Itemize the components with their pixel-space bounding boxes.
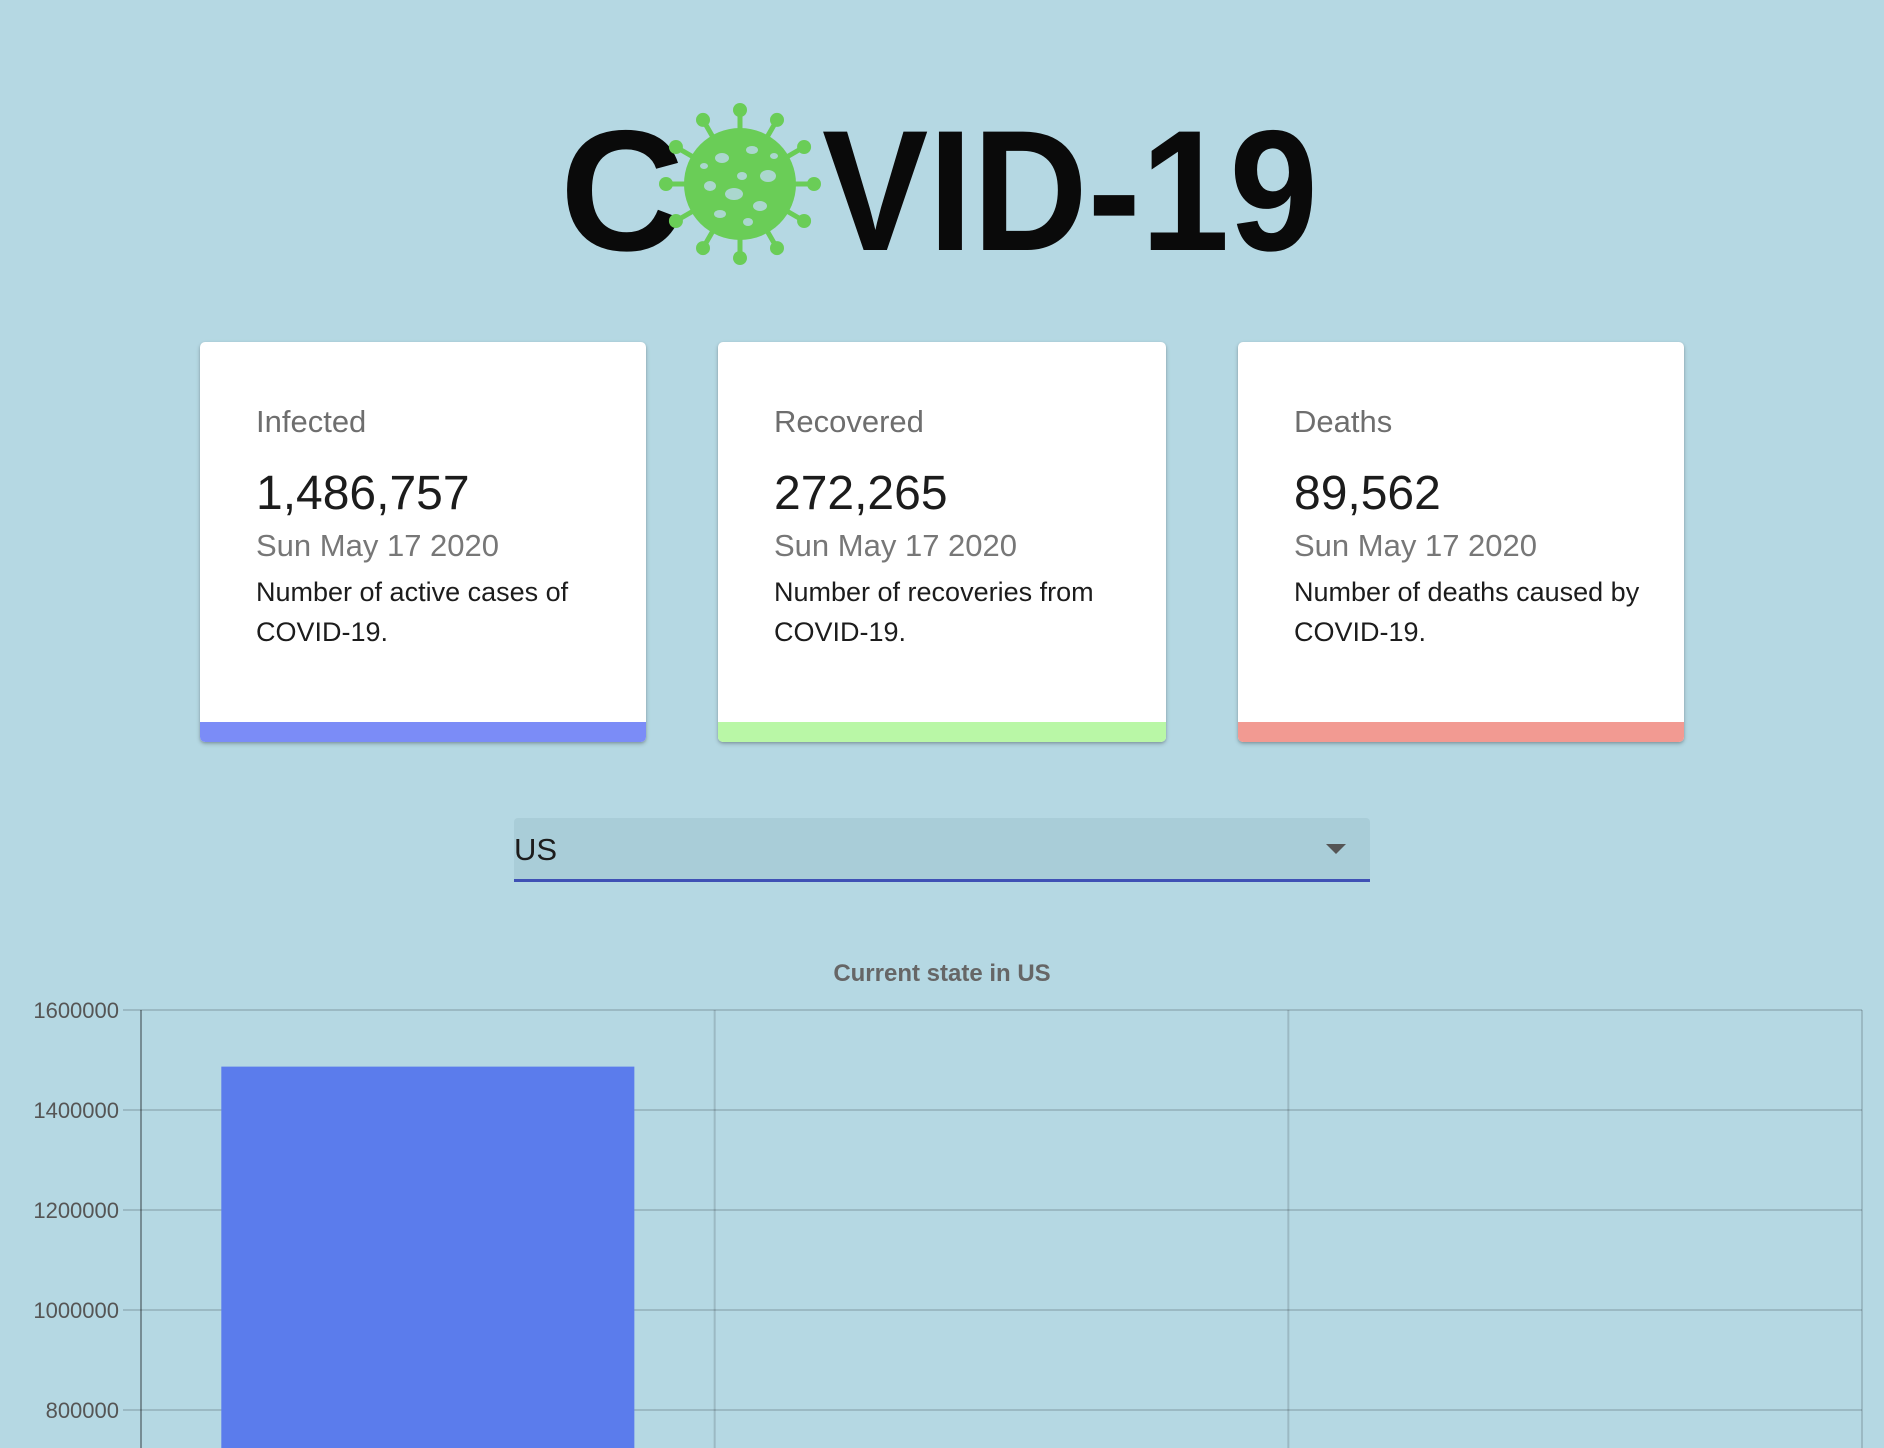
recovered-card: Recovered 272,265 Sun May 17 2020 Number… — [718, 342, 1166, 742]
bar-chart: 1600000 1400000 1200000 1000000 800000 — [0, 1000, 1884, 1448]
chart-title: Current state in US — [833, 960, 1051, 987]
card-value: 272,265 — [774, 467, 948, 520]
y-tick-label: 1400000 — [33, 1098, 119, 1123]
infected-card: Infected 1,486,757 Sun May 17 2020 Numbe… — [200, 342, 646, 742]
covid-19-logo: C VID-19 — [560, 98, 1320, 272]
card-accent-bar — [1238, 722, 1684, 742]
card-label: Recovered — [774, 404, 924, 439]
card-accent-bar — [718, 722, 1166, 742]
y-tick-label: 1600000 — [33, 1000, 119, 1023]
card-date: Sun May 17 2020 — [256, 528, 500, 563]
card-description: Number of active cases of COVID-19. — [256, 577, 569, 647]
card-accent-bar — [200, 722, 646, 742]
logo-graphic: C VID-19 — [560, 98, 1318, 272]
logo-text-right: VID-19 — [822, 98, 1318, 272]
card-date: Sun May 17 2020 — [1294, 528, 1538, 563]
y-tick-label: 1000000 — [33, 1298, 119, 1323]
deaths-card: Deaths 89,562 Sun May 17 2020 Number of … — [1238, 342, 1684, 742]
card-description: Number of deaths caused by COVID-19. — [1294, 577, 1640, 647]
card-value: 89,562 — [1294, 467, 1441, 520]
country-select[interactable]: US — [514, 818, 1370, 882]
y-tick-label: 800000 — [46, 1398, 119, 1423]
chevron-down-icon[interactable] — [1326, 844, 1346, 854]
y-tick-label: 1200000 — [33, 1198, 119, 1223]
card-value: 1,486,757 — [256, 467, 470, 520]
card-label: Deaths — [1294, 404, 1393, 439]
chart-svg: 1600000 1400000 1200000 1000000 800000 — [33, 1000, 1863, 1448]
card-date: Sun May 17 2020 — [774, 528, 1018, 563]
card-description: Number of recoveries from COVID-19. — [774, 577, 1094, 647]
card-label: Infected — [256, 404, 367, 439]
country-select-value: US — [514, 832, 558, 867]
page: C VID-19 Infected 1,486,757 Sun May 17 2… — [0, 0, 1884, 1448]
bar-infected — [221, 1066, 635, 1448]
